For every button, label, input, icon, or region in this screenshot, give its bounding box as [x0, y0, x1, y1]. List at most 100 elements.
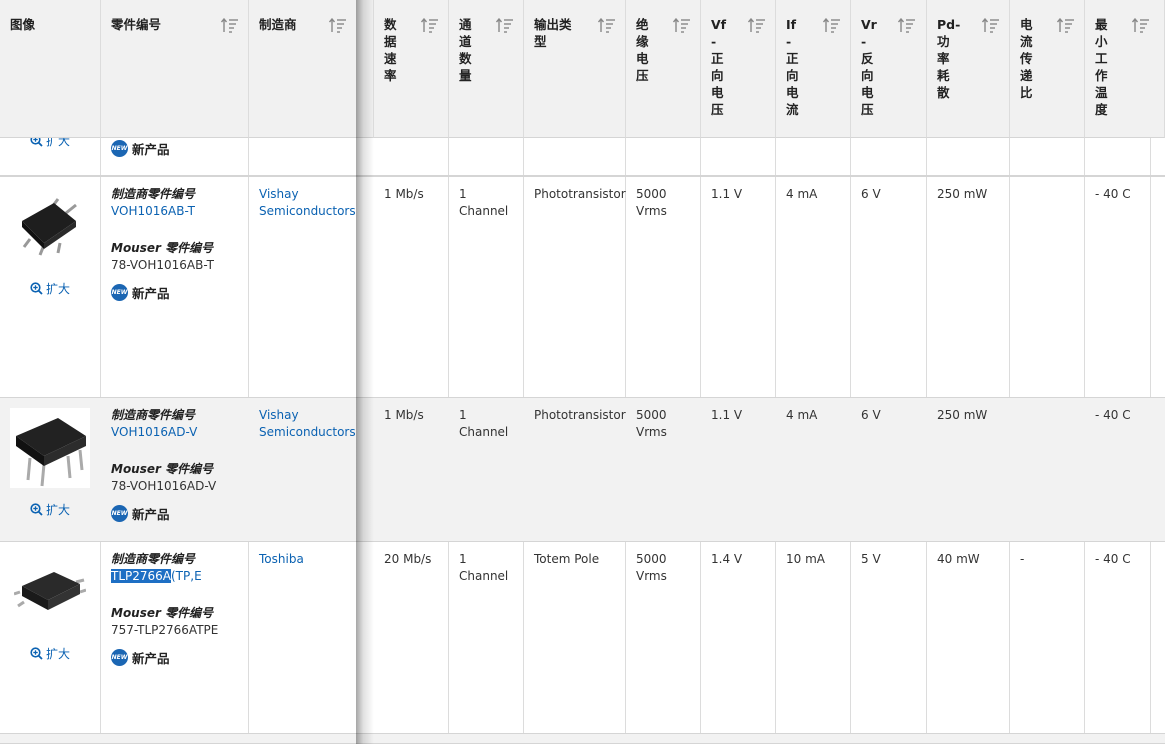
isolation-value: 5000 Vrms: [636, 187, 667, 218]
pd-value: 250 mW: [937, 187, 988, 201]
min-temp-value: - 40 C: [1095, 187, 1131, 201]
col-header-min-temp[interactable]: 最 小 工 作 温 度: [1085, 0, 1165, 138]
mfr-part-label: 制造商零件编号: [111, 408, 196, 422]
zoom-link[interactable]: 扩大: [30, 645, 70, 662]
product-image[interactable]: [14, 191, 86, 263]
mouser-part-label: Mouser 零件编号: [111, 606, 214, 620]
mfr-part-label: 制造商零件编号: [111, 552, 196, 566]
zoom-label: 扩大: [46, 647, 71, 661]
output-type-value: Phototransistor: [534, 187, 626, 201]
sort-icon[interactable]: [823, 18, 841, 34]
data-rate-value: 1 Mb/s: [384, 408, 424, 422]
sort-icon[interactable]: [221, 18, 239, 34]
new-product-tag: NEW 新产品: [111, 283, 170, 302]
mfr-part-link[interactable]: VOH1016AD-V: [111, 424, 197, 441]
frozen-column-shadow: [356, 0, 374, 744]
sort-icon[interactable]: [1132, 18, 1150, 34]
vf-value: 1.1 V: [711, 408, 743, 422]
sort-icon[interactable]: [329, 18, 347, 34]
col-header-output-type[interactable]: 输出类 型: [524, 0, 626, 138]
vr-value: 6 V: [861, 408, 881, 422]
new-badge-icon: NEW: [111, 505, 128, 522]
new-product-label: 新产品: [132, 142, 170, 157]
mouser-part-number: 78-VOH1016AD-V: [111, 479, 217, 493]
zoom-label: 扩大: [46, 282, 71, 296]
mfr-part-link[interactable]: TLP2766A(TP,E: [111, 568, 202, 585]
product-image[interactable]: [14, 564, 86, 620]
new-badge-icon: NEW: [111, 140, 128, 157]
table-row: 扩大 制造商零件编号 VOH1016AB-T Mouser 零件编号 78-VO…: [0, 176, 1165, 398]
if-value: 4 mA: [786, 408, 818, 422]
sort-icon[interactable]: [748, 18, 766, 34]
vr-value: 5 V: [861, 552, 881, 566]
data-rate-value: 20 Mb/s: [384, 552, 432, 566]
selected-text: TLP2766A: [111, 569, 171, 583]
product-image[interactable]: [10, 408, 90, 488]
ctr-value: -: [1020, 552, 1025, 566]
zoom-label: 扩大: [46, 503, 71, 517]
manufacturer-link[interactable]: Vishay Semiconductors: [259, 186, 356, 220]
col-header-data-rate[interactable]: 数 据 速 率: [374, 0, 449, 138]
header-label: 制造商: [259, 17, 297, 32]
manufacturer-link[interactable]: Vishay Semiconductors: [259, 407, 356, 441]
col-header-isolation[interactable]: 绝 缘 电 压: [626, 0, 701, 138]
mouser-part-number: 78-VOH1016AB-T: [111, 258, 214, 272]
pd-value: 250 mW: [937, 408, 988, 422]
zoom-link[interactable]: 扩大: [30, 501, 70, 518]
col-header-pd[interactable]: Pd- 功 率 耗 散: [927, 0, 1010, 138]
if-value: 10 mA: [786, 552, 825, 566]
channels-value: 1 Channel: [459, 408, 509, 439]
sort-icon[interactable]: [898, 18, 916, 34]
manufacturer-link[interactable]: Toshiba: [259, 551, 304, 568]
vf-value: 1.1 V: [711, 187, 743, 201]
new-product-tag: NEW 新产品: [111, 504, 170, 523]
isolation-value: 5000 Vrms: [636, 552, 667, 583]
new-badge-icon: NEW: [111, 284, 128, 301]
col-header-channels[interactable]: 通 道 数 量: [449, 0, 524, 138]
col-header-ctr[interactable]: 电 流 传 递 比: [1010, 0, 1085, 138]
zoom-link[interactable]: 扩大: [30, 280, 70, 297]
new-badge-icon: NEW: [111, 649, 128, 666]
col-header-image: 图像: [0, 0, 101, 138]
new-product-tag: NEW 新产品: [111, 648, 170, 667]
table-row-partial: 扩大 NEW 新产品: [0, 134, 1165, 176]
output-type-value: Totem Pole: [534, 552, 600, 566]
col-header-vf[interactable]: Vf - 正 向 电 压: [701, 0, 776, 138]
sort-icon[interactable]: [1057, 18, 1075, 34]
new-product-label: 新产品: [132, 651, 170, 666]
sort-icon[interactable]: [673, 18, 691, 34]
channels-value: 1 Channel: [459, 552, 509, 583]
if-value: 4 mA: [786, 187, 818, 201]
table-row: 扩大 制造商零件编号 VOH1016AD-V Mouser 零件编号 78-VO…: [0, 398, 1165, 542]
sort-icon[interactable]: [496, 18, 514, 34]
output-type-value: Phototransistor: [534, 408, 626, 422]
zoom-in-icon: [30, 282, 43, 295]
col-header-if[interactable]: If - 正 向 电 流: [776, 0, 851, 138]
zoom-in-icon: [30, 647, 43, 660]
mfr-part-label: 制造商零件编号: [111, 187, 196, 201]
table-row-partial: [0, 734, 1165, 744]
zoom-in-icon: [30, 503, 43, 516]
isolation-value: 5000 Vrms: [636, 408, 667, 439]
sort-icon[interactable]: [598, 18, 616, 34]
col-header-part-no[interactable]: 零件编号: [101, 0, 249, 138]
sort-icon[interactable]: [421, 18, 439, 34]
header-label: 图像: [10, 17, 36, 32]
pd-value: 40 mW: [937, 552, 980, 566]
mouser-part-label: Mouser 零件编号: [111, 241, 214, 255]
table-row: 扩大 制造商零件编号 TLP2766A(TP,E Mouser 零件编号 757…: [0, 542, 1165, 734]
col-header-vr[interactable]: Vr - 反 向 电 压: [851, 0, 927, 138]
data-rate-value: 1 Mb/s: [384, 187, 424, 201]
vr-value: 6 V: [861, 187, 881, 201]
mfr-part-rest: (TP,E: [171, 569, 202, 583]
new-product-tag: NEW 新产品: [111, 139, 170, 158]
mfr-part-link[interactable]: VOH1016AB-T: [111, 203, 195, 220]
channels-value: 1 Channel: [459, 187, 509, 218]
header-label: 零件编号: [111, 17, 162, 32]
mouser-part-label: Mouser 零件编号: [111, 462, 214, 476]
vf-value: 1.4 V: [711, 552, 743, 566]
new-product-label: 新产品: [132, 507, 170, 522]
min-temp-value: - 40 C: [1095, 552, 1131, 566]
mouser-part-number: 757-TLP2766ATPE: [111, 623, 219, 637]
sort-icon[interactable]: [982, 18, 1000, 34]
